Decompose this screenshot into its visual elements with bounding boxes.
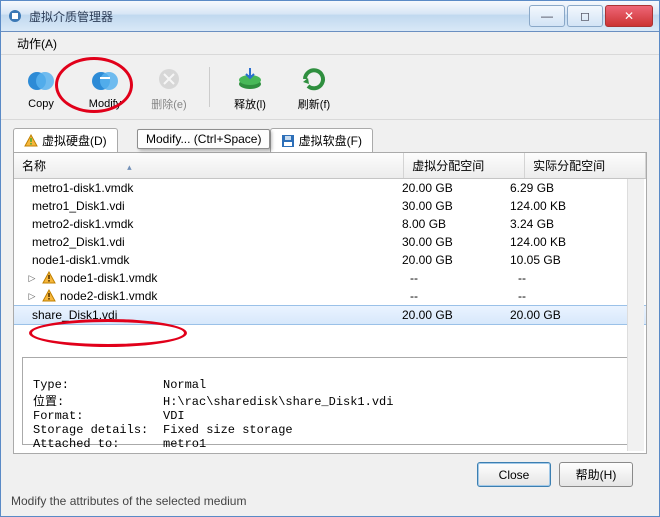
row-actual: 6.29 GB: [510, 181, 618, 195]
copy-label: Copy: [28, 98, 54, 110]
detail-attached-label: Attached to:: [33, 437, 163, 451]
row-name: node1-disk1.vmdk: [32, 253, 129, 267]
delete-button: 删除(e): [141, 63, 197, 112]
table-row[interactable]: metro1_Disk1.vdi 30.00 GB124.00 KB: [14, 197, 646, 215]
modify-label: Modify: [89, 98, 121, 110]
menubar: 动作(A): [1, 32, 659, 55]
media-panel: 名称 ▴ 虚拟分配空间 实际分配空间 metro1-disk1.vmdk 20.0…: [13, 152, 647, 454]
row-virtual: --: [410, 271, 518, 285]
row-name: share_Disk1.vdi: [32, 308, 117, 322]
details-panel: Type:Normal 位置:H:\rac\sharedisk\share_Di…: [22, 357, 638, 445]
row-virtual: 30.00 GB: [402, 235, 510, 249]
row-actual: --: [518, 271, 626, 285]
row-virtual: 30.00 GB: [402, 199, 510, 213]
row-name: node1-disk1.vmdk: [60, 271, 157, 285]
row-name: metro1-disk1.vmdk: [32, 181, 133, 195]
row-actual: 124.00 KB: [510, 199, 618, 213]
modify-tooltip: Modify... (Ctrl+Space): [137, 129, 270, 149]
maximize-button[interactable]: ◻: [567, 5, 603, 27]
detail-type-label: Type:: [33, 378, 163, 392]
row-actual: 20.00 GB: [510, 308, 618, 322]
menu-action[interactable]: 动作(A): [9, 33, 65, 54]
detail-fmt-label: Format:: [33, 409, 163, 423]
table-row[interactable]: metro2_Disk1.vdi 30.00 GB124.00 KB: [14, 233, 646, 251]
refresh-label: 刷新(f): [298, 96, 330, 112]
app-icon: [7, 8, 23, 24]
tab-floppy[interactable]: 虚拟软盘(F): [270, 128, 373, 152]
detail-fmt: VDI: [163, 409, 185, 423]
table-row[interactable]: ▷ node1-disk1.vmdk ----: [14, 269, 646, 287]
grid-header: 名称 ▴ 虚拟分配空间 实际分配空间: [14, 153, 646, 179]
row-name: metro2-disk1.vmdk: [32, 217, 133, 231]
close-window-button[interactable]: ✕: [605, 5, 653, 27]
detail-loc-label: 位置:: [33, 392, 163, 409]
delete-icon: [153, 63, 185, 95]
row-virtual: 8.00 GB: [402, 217, 510, 231]
expand-icon[interactable]: ▷: [28, 291, 36, 302]
detail-storage: Fixed size storage: [163, 423, 293, 437]
floppy-icon: [281, 134, 295, 148]
warning-icon: [42, 271, 56, 285]
warning-icon: [42, 289, 56, 303]
row-name: metro1_Disk1.vdi: [32, 199, 125, 213]
table-row[interactable]: metro1-disk1.vmdk 20.00 GB6.29 GB: [14, 179, 646, 197]
release-button[interactable]: 释放(l): [222, 63, 278, 112]
row-virtual: 20.00 GB: [402, 253, 510, 267]
warning-icon: [24, 134, 38, 148]
window-title: 虚拟介质管理器: [29, 8, 527, 25]
col-name[interactable]: 名称 ▴: [14, 153, 404, 178]
modify-icon: [89, 65, 121, 97]
table-row[interactable]: node1-disk1.vmdk 20.00 GB10.05 GB: [14, 251, 646, 269]
expand-icon[interactable]: ▷: [28, 273, 36, 284]
table-row[interactable]: metro2-disk1.vmdk 8.00 GB3.24 GB: [14, 215, 646, 233]
release-icon: [234, 63, 266, 95]
scrollbar[interactable]: [627, 179, 644, 451]
copy-icon: [25, 65, 57, 97]
detail-type: Normal: [163, 378, 206, 392]
footer-buttons: Close 帮助(H): [13, 454, 647, 495]
col-virtual[interactable]: 虚拟分配空间: [404, 153, 525, 178]
titlebar: 虚拟介质管理器 — ◻ ✕: [1, 1, 659, 32]
row-actual: 3.24 GB: [510, 217, 618, 231]
tab-hdd-label: 虚拟硬盘(D): [42, 132, 107, 149]
close-button[interactable]: Close: [477, 462, 551, 487]
toolbar-separator: [209, 67, 210, 107]
detail-storage-label: Storage details:: [33, 423, 163, 437]
tabs: 虚拟硬盘(D) Modify... (Ctrl+Space) 虚拟软盘(F): [13, 128, 647, 152]
detail-attached: metro1: [163, 437, 206, 451]
row-actual: 124.00 KB: [510, 235, 618, 249]
table-row[interactable]: share_Disk1.vdi 20.00 GB20.00 GB: [14, 305, 646, 325]
table-row[interactable]: ▷ node2-disk1.vmdk ----: [14, 287, 646, 305]
help-button[interactable]: 帮助(H): [559, 462, 633, 487]
toolbar: Copy Modify 删除(e) 释放(l) 刷新(f): [1, 55, 659, 120]
col-actual[interactable]: 实际分配空间: [525, 153, 646, 178]
grid-body: metro1-disk1.vmdk20.00 GB6.29 GBmetro1_D…: [14, 179, 646, 325]
row-actual: 10.05 GB: [510, 253, 618, 267]
row-name: node2-disk1.vmdk: [60, 289, 157, 303]
refresh-icon: [298, 63, 330, 95]
row-virtual: 20.00 GB: [402, 308, 510, 322]
window: 虚拟介质管理器 — ◻ ✕ 动作(A) Copy Modify 删除(e) 释放…: [0, 0, 660, 517]
row-virtual: --: [410, 289, 518, 303]
sort-icon: ▴: [49, 162, 209, 173]
row-name: metro2_Disk1.vdi: [32, 235, 125, 249]
tab-floppy-label: 虚拟软盘(F): [299, 132, 362, 149]
row-virtual: 20.00 GB: [402, 181, 510, 195]
row-actual: --: [518, 289, 626, 303]
statusbar: Modify the attributes of the selected me…: [1, 492, 659, 516]
tab-hdd[interactable]: 虚拟硬盘(D): [13, 128, 118, 152]
release-label: 释放(l): [234, 96, 266, 112]
minimize-button[interactable]: —: [529, 5, 565, 27]
refresh-button[interactable]: 刷新(f): [286, 63, 342, 112]
detail-loc: H:\rac\sharedisk\share_Disk1.vdi: [163, 395, 393, 409]
modify-button[interactable]: Modify: [77, 65, 133, 110]
copy-button[interactable]: Copy: [13, 65, 69, 110]
delete-label: 删除(e): [151, 96, 186, 112]
